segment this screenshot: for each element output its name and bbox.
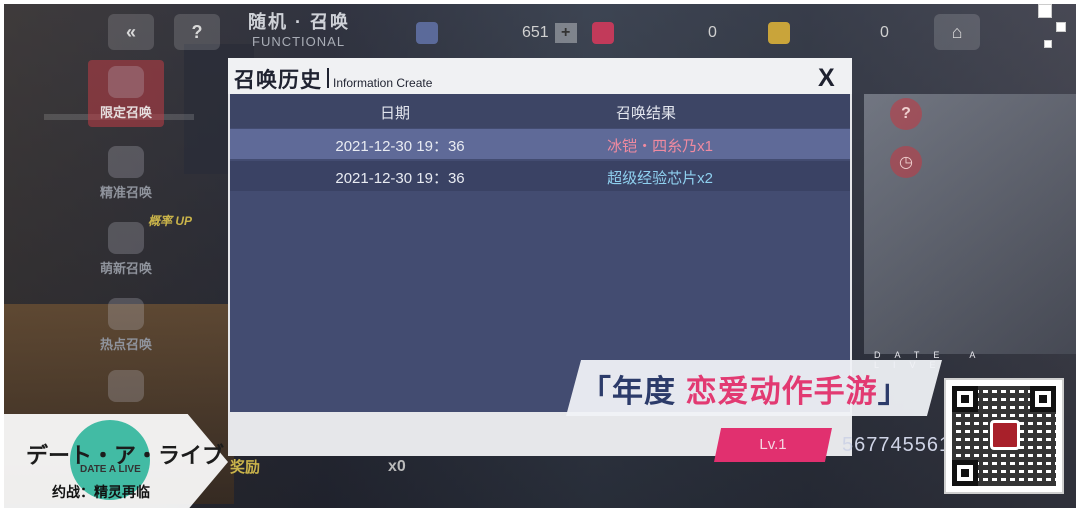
add-crystal-button[interactable]: + [554,23,577,43]
crystal-resource: 651 + [416,20,577,46]
gold-gem-icon [768,22,790,44]
heart-gem-resource: 0 [592,20,717,46]
home-icon: ⌂ [951,21,963,42]
player-level-badge: Lv.1 [714,428,832,462]
menu-precise-summon[interactable]: 精准召唤 [88,146,164,201]
table-row: 2021-12-30 19：36 冰铠・四糸乃x1 [230,129,850,159]
menu-newbie-summon[interactable]: 萌新召唤 [88,222,164,277]
player-uid: 567745561 [842,434,952,456]
help-button[interactable]: ? [174,14,220,50]
qr-code [944,378,1064,494]
home-button[interactable]: ⌂ [934,14,980,50]
table-header: 日期 召唤结果 [230,94,850,128]
qr-center-avatar [990,420,1020,450]
qr-finder-top-right [1030,386,1056,412]
help-icon: ? [191,21,203,42]
menu-hot-summon[interactable]: 热点召唤 [88,298,164,353]
reward-label: 奖励 [230,459,261,476]
rules-button[interactable]: ? [890,98,922,130]
menu-extra[interactable] [88,370,164,406]
limited-summon-icon [108,66,144,98]
heart-icon [108,370,144,402]
dialog-subtitle: Information Create [333,76,433,90]
background-character-art [864,94,1076,354]
gold-gem-resource: 0 [768,20,889,46]
screen-subtitle: FUNCTIONAL [252,34,346,49]
help-icon: ? [901,105,911,122]
crystal-count: 651 [522,24,549,41]
qr-finder-top-left [952,386,978,412]
chevron-left-icon: « [125,21,136,42]
row-date: 2021-12-30 19：36 [335,170,465,187]
qr-finder-bottom-left [952,460,978,486]
promo-slogan: 「年度 恋爱动作手游」 [580,374,910,409]
timer-icon: ◷ [899,154,913,171]
row-result: 超级经验芯片x2 [607,170,713,187]
column-date: 日期 [380,105,411,122]
newbie-summon-icon [108,222,144,254]
precise-summon-icon [108,146,144,178]
logo-english: DATE A LIVE [80,464,141,475]
timer-button[interactable]: ◷ [890,146,922,178]
logo-chinese: 约战：精灵再临 [52,484,150,500]
dialog-title: 召唤历史 [234,69,322,92]
heart-gem-icon [592,22,614,44]
back-button[interactable]: « [108,14,154,50]
screen-title: 随机 · 召唤 [248,12,350,32]
column-result: 召唤结果 [616,105,677,122]
corner-decoration [1030,0,1080,60]
gold-gem-count: 0 [880,24,889,41]
row-result: 冰铠・四糸乃x1 [607,138,713,155]
hot-summon-icon [108,298,144,330]
menu-limited-summon[interactable]: 限定召唤 [88,60,164,127]
close-button[interactable]: X [818,64,835,93]
crystal-icon [416,22,438,44]
dialog-header: 召唤历史 Information Create X [228,58,852,94]
heart-gem-count: 0 [708,24,717,41]
table-row: 2021-12-30 19：36 超级经验芯片x2 [230,161,850,191]
top-bar: « ? 随机 · 召唤 FUNCTIONAL 651 + 0 0 ⌂ [4,4,1076,58]
reward-count: x0 [388,458,406,475]
title-divider [327,68,329,88]
row-date: 2021-12-30 19：36 [335,138,465,155]
